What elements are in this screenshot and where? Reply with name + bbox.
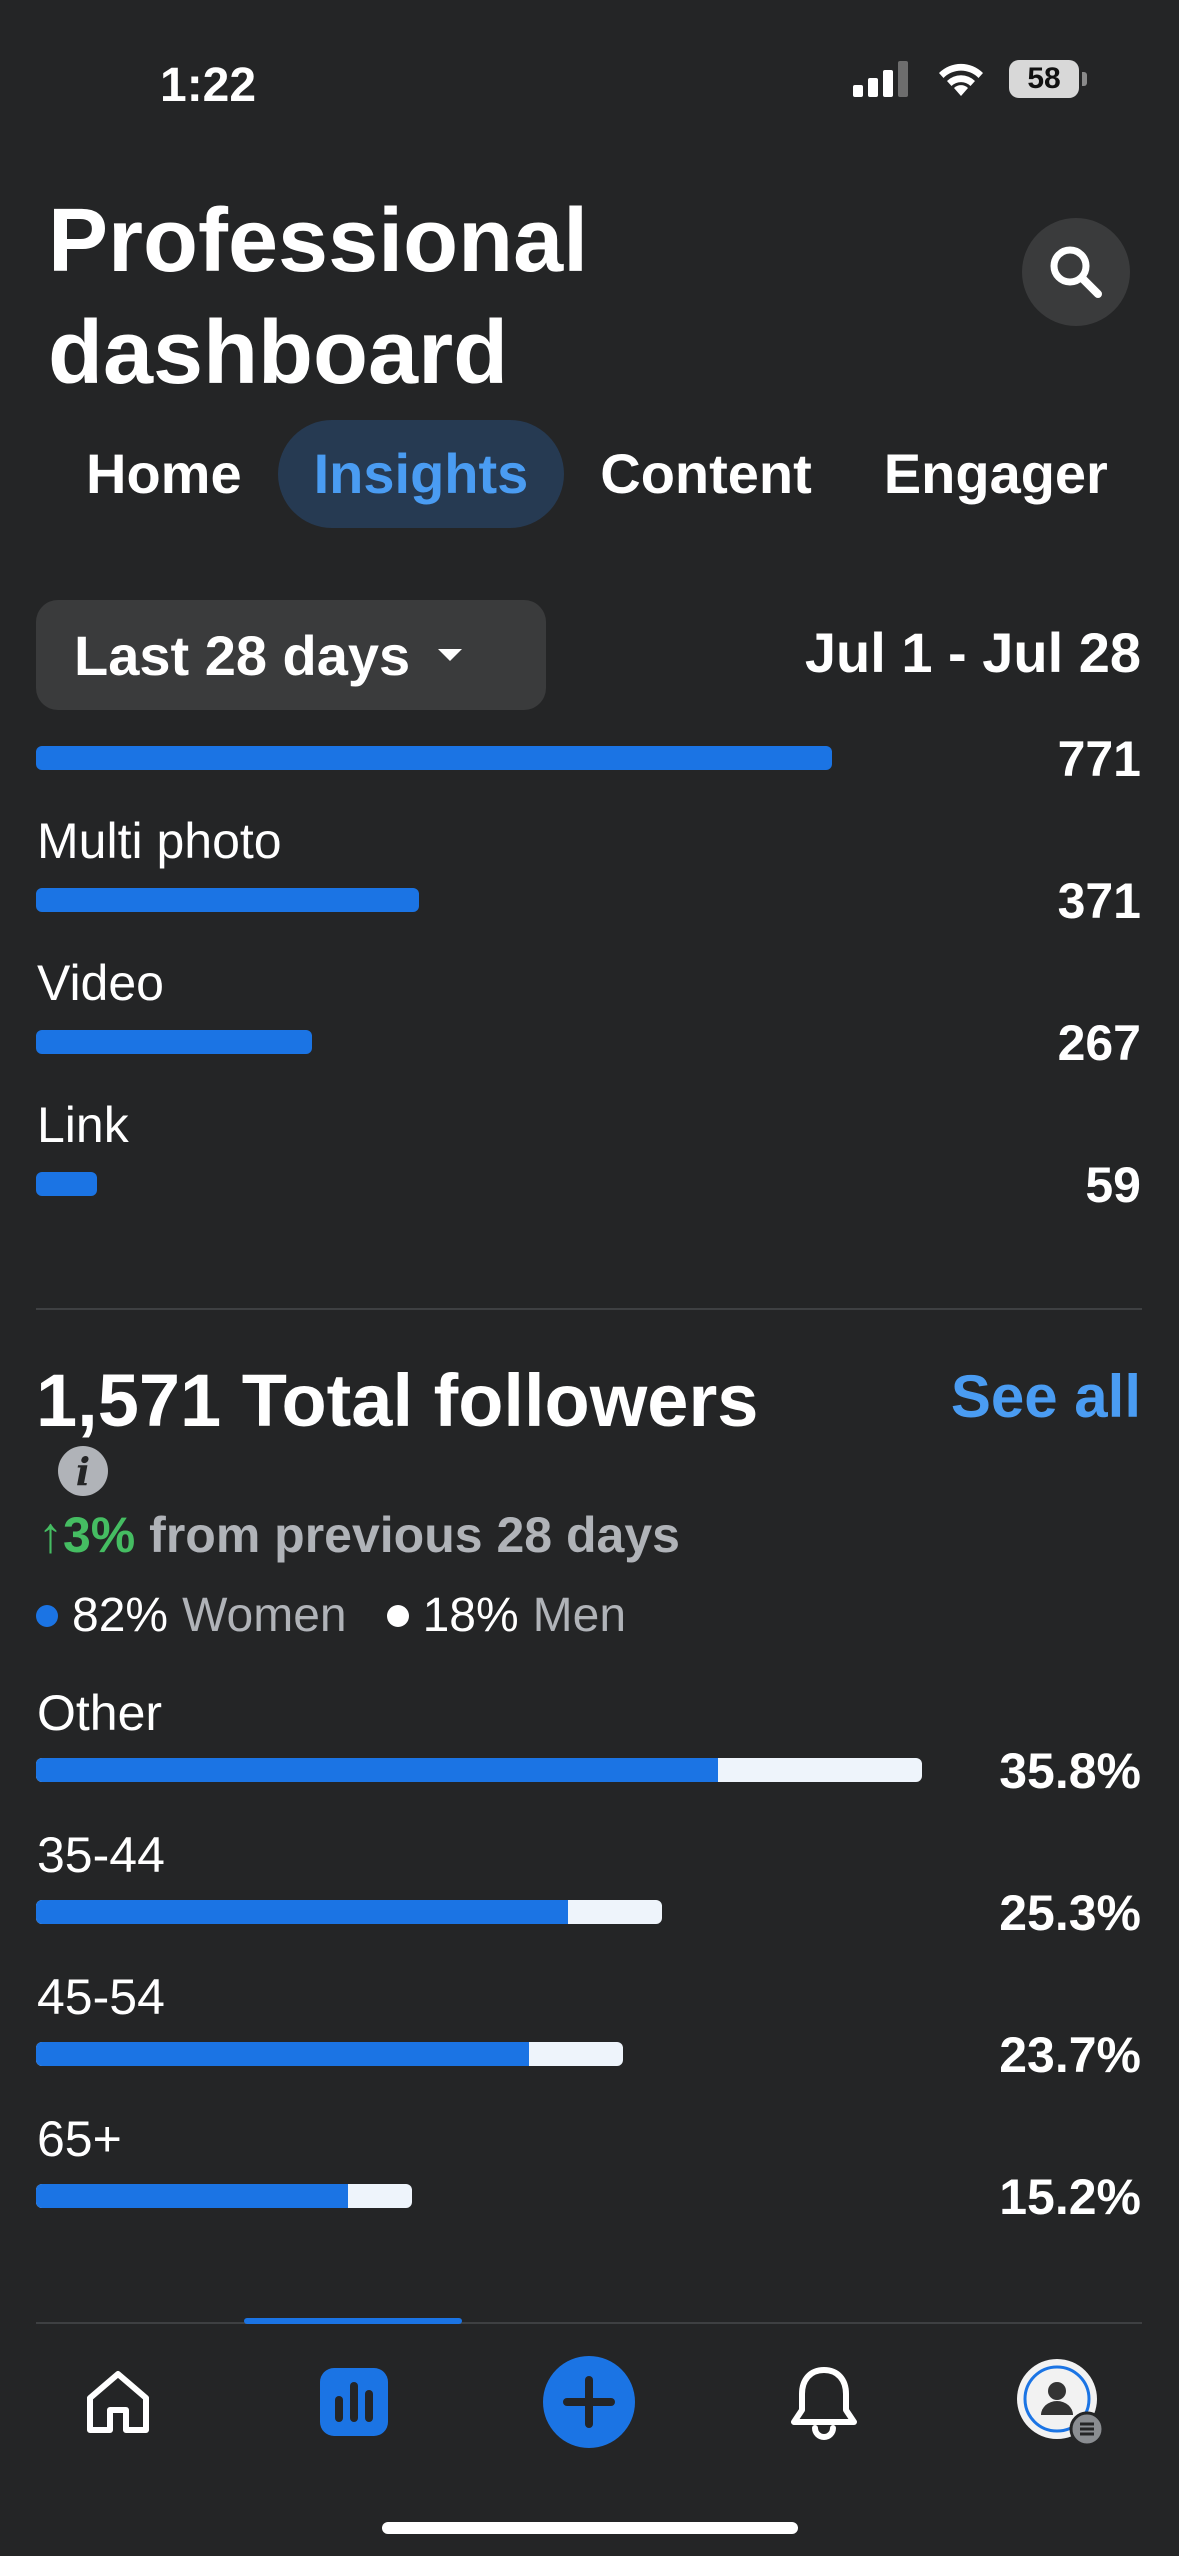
gender-legend: 82% Women 18% Men bbox=[36, 1588, 626, 1643]
battery-indicator: 58 bbox=[1009, 60, 1087, 98]
age-bar-women-fill bbox=[36, 2042, 530, 2066]
wifi-icon bbox=[939, 63, 983, 96]
nav-notifications[interactable] bbox=[774, 2352, 874, 2452]
section-divider bbox=[36, 1308, 1142, 1310]
caret-down-icon bbox=[438, 649, 463, 661]
status-icons: 58 bbox=[853, 60, 1087, 98]
nav-insights[interactable] bbox=[304, 2352, 404, 2452]
age-value-other: 35.8% bbox=[999, 1743, 1141, 1799]
age-value-45-54: 23.7% bbox=[999, 2027, 1141, 2083]
content-bar-link bbox=[36, 1172, 97, 1196]
change-text: from previous 28 days bbox=[149, 1507, 680, 1563]
age-bar-35-44 bbox=[36, 1900, 662, 1924]
content-value-top: 771 bbox=[1057, 731, 1141, 787]
nav-home[interactable] bbox=[68, 2352, 168, 2452]
home-indicator bbox=[382, 2522, 798, 2534]
tab-insights[interactable]: Insights bbox=[277, 420, 565, 528]
women-label: Women bbox=[182, 1589, 347, 1642]
notifications-icon bbox=[791, 2367, 857, 2440]
page-title: Professional dashboard bbox=[48, 191, 589, 403]
tab-bar: Home Insights Content Engager bbox=[52, 420, 1144, 528]
content-value-multi-photo: 371 bbox=[1057, 873, 1141, 929]
insights-icon bbox=[320, 2368, 388, 2436]
content-value-link: 59 bbox=[1085, 1157, 1141, 1213]
nav-divider bbox=[36, 2322, 1142, 2324]
search-button[interactable] bbox=[1022, 218, 1130, 326]
age-bar-women-fill bbox=[36, 1900, 569, 1924]
age-value-65-plus: 15.2% bbox=[999, 2169, 1141, 2225]
age-bar-women-fill bbox=[36, 1758, 719, 1782]
home-icon bbox=[87, 2371, 149, 2433]
status-time: 1:22 bbox=[160, 59, 257, 112]
age-bar-65-plus bbox=[36, 2184, 412, 2208]
content-label-video: Video bbox=[37, 955, 164, 1011]
followers-title: 1,571 Total followers bbox=[36, 1359, 759, 1442]
age-bar-other bbox=[36, 1758, 922, 1782]
search-icon bbox=[1050, 246, 1102, 298]
date-range: Jul 1 - Jul 28 bbox=[804, 621, 1141, 684]
age-bar-45-54 bbox=[36, 2042, 623, 2066]
tab-engagement[interactable]: Engager bbox=[848, 420, 1144, 528]
content-value-video: 267 bbox=[1057, 1015, 1141, 1071]
change-pct: 3% bbox=[63, 1507, 136, 1563]
content-bar-video bbox=[36, 1030, 312, 1054]
age-label-45-54: 45-54 bbox=[37, 1969, 165, 2025]
nav-create[interactable] bbox=[539, 2352, 639, 2452]
change-arrow: ↑ bbox=[38, 1507, 63, 1563]
nav-active-indicator bbox=[244, 2318, 462, 2324]
age-label-35-44: 35-44 bbox=[37, 1827, 165, 1883]
women-dot-icon bbox=[36, 1604, 58, 1627]
signal-icon bbox=[853, 61, 908, 97]
men-pct: 18% bbox=[422, 1589, 519, 1642]
date-filter-dropdown[interactable]: Last 28 days bbox=[36, 600, 546, 710]
info-icon[interactable]: i bbox=[58, 1446, 108, 1496]
see-all-link[interactable]: See all bbox=[951, 1362, 1141, 1431]
content-bar-top bbox=[36, 746, 832, 770]
men-dot-icon bbox=[386, 1604, 409, 1627]
tab-home[interactable]: Home bbox=[52, 420, 278, 528]
men-label: Men bbox=[532, 1589, 627, 1642]
age-value-35-44: 25.3% bbox=[999, 1885, 1141, 1941]
content-label-link: Link bbox=[37, 1097, 129, 1153]
date-filter-label: Last 28 days bbox=[74, 623, 411, 687]
profile-avatar bbox=[1017, 2359, 1105, 2447]
content-bar-multi-photo bbox=[36, 888, 419, 912]
age-label-65-plus: 65+ bbox=[37, 2111, 122, 2167]
create-icon bbox=[543, 2356, 635, 2448]
women-pct: 82% bbox=[72, 1589, 169, 1642]
nav-profile[interactable] bbox=[1010, 2352, 1110, 2452]
followers-change: ↑3% from previous 28 days bbox=[38, 1506, 680, 1564]
age-label-other: Other bbox=[37, 1685, 163, 1741]
age-bar-women-fill bbox=[36, 2184, 349, 2208]
content-label-multi-photo: Multi photo bbox=[37, 813, 282, 869]
tab-content[interactable]: Content bbox=[564, 420, 848, 528]
